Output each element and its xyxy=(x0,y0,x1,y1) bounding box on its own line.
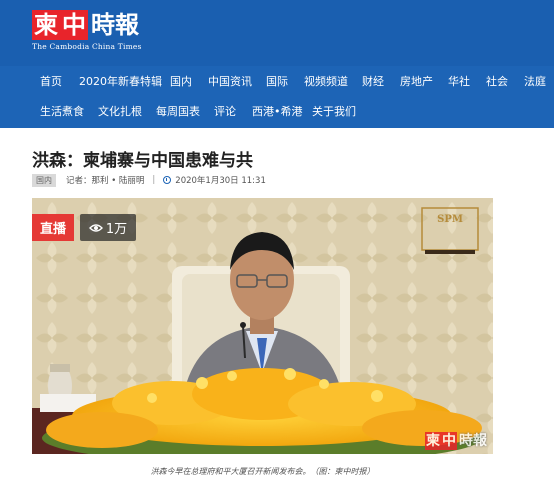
spm-logo-text: SPM xyxy=(437,214,463,225)
eye-icon xyxy=(88,223,103,233)
nav-item-chinese-community[interactable]: 华社 xyxy=(448,74,486,90)
article-title: 洪森：柬埔寨与中国患难与共 xyxy=(32,151,253,171)
watermark-char: 柬 xyxy=(425,432,441,450)
watermark-logo: 柬 中 時 報 xyxy=(425,432,487,450)
article-date: 2020年1月30日 11:31 xyxy=(175,176,266,186)
article-meta: 国内 记者：那利 • 陆丽明 | 2020年1月30日 11:31 xyxy=(32,172,266,188)
watermark-char: 報 xyxy=(473,433,487,449)
watermark-char: 中 xyxy=(441,432,457,450)
meta-divider: | xyxy=(152,175,156,185)
nav-item-international[interactable]: 国际 xyxy=(266,74,304,90)
nav-item-china-news[interactable]: 中国资讯 xyxy=(208,74,266,90)
nav-item-court[interactable]: 法庭 xyxy=(524,74,548,90)
nav-item-culture[interactable]: 文化扎根 xyxy=(98,104,156,120)
video-player[interactable]: 直播 1万 SPM 柬 中 時 報 xyxy=(32,198,493,454)
nav-item-video[interactable]: 视频频道 xyxy=(304,74,362,90)
logo-char: 中 xyxy=(60,10,88,40)
nav-item-opinion[interactable]: 评论 xyxy=(214,104,252,120)
nav-item-about[interactable]: 关于我们 xyxy=(312,104,370,120)
nav-row-2: 生活煮食 文化扎根 每周国表 评论 西港•希港 关于我们 xyxy=(40,104,370,120)
live-badge: 直播 xyxy=(32,214,74,241)
view-count-badge: 1万 xyxy=(80,214,136,241)
logo-char: 報 xyxy=(115,10,139,39)
nav-item-home[interactable]: 首页 xyxy=(40,74,79,90)
view-count: 1万 xyxy=(105,222,128,237)
nav-row-1: 首页 2020年新春特辑 国内 中国资讯 国际 视频频道 财经 房地产 华社 社… xyxy=(40,74,548,90)
logo-char: 時 xyxy=(91,10,115,39)
site-header: 柬 中 時 報 The Cambodia China Times xyxy=(0,0,554,66)
article-author: 记者：那利 • 陆丽明 xyxy=(66,176,145,186)
site-logo[interactable]: 柬 中 時 報 xyxy=(32,10,139,40)
nav-item-weekly[interactable]: 每周国表 xyxy=(156,104,214,120)
nav-item-finance[interactable]: 财经 xyxy=(362,74,400,90)
main-nav: 首页 2020年新春特辑 国内 中国资讯 国际 视频频道 财经 房地产 华社 社… xyxy=(0,66,554,128)
nav-item-new-year-special[interactable]: 2020年新春特辑 xyxy=(79,74,170,90)
logo-char: 柬 xyxy=(32,10,60,40)
image-caption: 洪森今早在总理府和平大厦召开新闻发布会。（图：柬中时报） xyxy=(150,467,375,476)
logo-subtitle: The Cambodia China Times xyxy=(32,42,142,51)
nav-item-real-estate[interactable]: 房地产 xyxy=(400,74,448,90)
nav-item-society[interactable]: 社会 xyxy=(486,74,524,90)
spm-logo: SPM xyxy=(421,208,479,254)
watermark-char: 時 xyxy=(459,433,473,449)
category-tag[interactable]: 国内 xyxy=(32,173,56,187)
nav-item-sihanoukville[interactable]: 西港•希港 xyxy=(252,104,312,120)
nav-item-cooking[interactable]: 生活煮食 xyxy=(40,104,98,120)
nav-item-domestic[interactable]: 国内 xyxy=(170,74,208,90)
clock-icon xyxy=(163,176,172,184)
